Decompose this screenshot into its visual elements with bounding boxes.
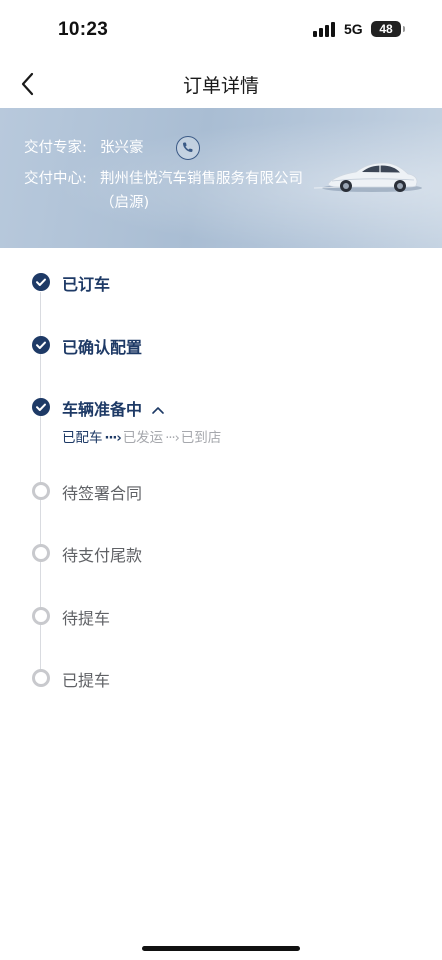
step-label: 待签署合同	[62, 484, 143, 503]
chevron-up-icon[interactable]	[151, 400, 165, 414]
home-indicator[interactable]	[142, 946, 300, 951]
battery-icon: 48	[371, 21, 405, 37]
delivery-expert-label: 交付专家:	[24, 140, 87, 156]
step-sign-contract: 待签署合同	[0, 477, 442, 505]
pending-circle-icon	[32, 607, 50, 625]
delivery-info-banner: 交付专家: 张兴豪 交付中心: 荆州佳悦汽车销售服务有限公司（启源)	[0, 108, 442, 248]
vehicle-prep-substeps: 已配车 ···› 已发运 ···› 已到店	[62, 426, 221, 446]
delivery-center-name: 荆州佳悦汽车销售服务有限公司（启源)	[100, 171, 303, 211]
pending-circle-icon	[32, 544, 50, 562]
step-label: 待提车	[62, 609, 111, 628]
substep-arrived: 已到店	[180, 430, 222, 446]
step-config-confirmed: 已确认配置	[0, 331, 442, 359]
phone-icon[interactable]	[176, 136, 200, 160]
step-vehicle-preparing[interactable]: 车辆准备中	[0, 393, 442, 421]
network-type: 5G	[344, 21, 363, 37]
arrow-right-icon: ···›	[104, 431, 122, 446]
signal-icon	[313, 22, 337, 37]
step-label: 已提车	[62, 671, 111, 690]
status-time: 10:23	[58, 19, 109, 40]
step-ordered: 已订车	[0, 268, 442, 296]
step-label: 已订车	[62, 275, 111, 294]
step-label: 车辆准备中	[62, 400, 143, 419]
nav-bar: 订单详情	[0, 60, 442, 108]
step-label: 待支付尾款	[62, 546, 143, 565]
step-picked-up: 已提车	[0, 664, 442, 692]
delivery-center-label: 交付中心:	[24, 171, 87, 187]
substep-shipped: 已发运	[122, 430, 164, 446]
check-circle-icon	[32, 273, 50, 291]
pending-circle-icon	[32, 482, 50, 500]
battery-level: 48	[379, 22, 393, 36]
step-pickup: 待提车	[0, 602, 442, 630]
pending-circle-icon	[32, 669, 50, 687]
car-image	[310, 150, 422, 202]
step-label: 已确认配置	[62, 338, 143, 357]
arrow-right-icon: ···›	[165, 431, 180, 446]
page-title: 订单详情	[182, 75, 259, 97]
check-circle-icon	[32, 398, 50, 416]
status-bar: 10:23 5G 48	[0, 0, 442, 60]
check-circle-icon	[32, 336, 50, 354]
step-final-payment: 待支付尾款	[0, 539, 442, 567]
delivery-expert-name: 张兴豪	[100, 140, 144, 156]
substep-allocated: 已配车	[62, 430, 103, 446]
